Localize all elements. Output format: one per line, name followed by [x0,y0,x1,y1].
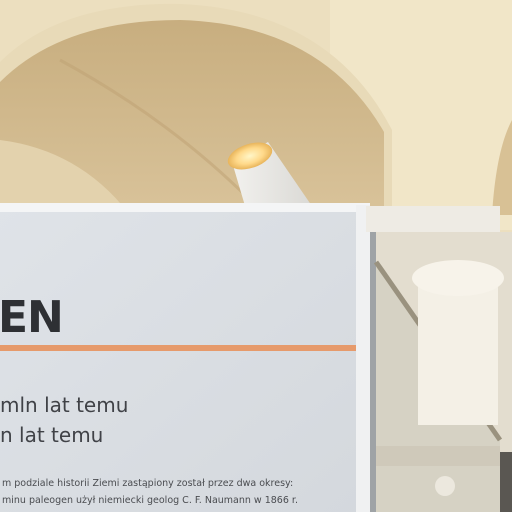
case-shelf [376,446,500,466]
column [418,275,498,425]
panel-side-frame [356,205,370,512]
panel-caption-1: m podziale historii Ziemi zastąpiony zos… [2,478,294,489]
panel-line-2: n lat temu [0,423,104,447]
case-frame-right [500,452,512,512]
exhibit-object [435,476,455,496]
column-capital [412,260,504,296]
panel-caption-2: minu paleogen użył niemiecki geolog C. F… [2,495,298,506]
panel-heading: EN [0,292,64,343]
accent-stripe [0,345,356,351]
panel-line-1: mln lat temu [0,393,129,417]
panel-top-frame [0,203,370,212]
display-case-top [366,206,500,232]
exhibit-panel [0,205,370,512]
